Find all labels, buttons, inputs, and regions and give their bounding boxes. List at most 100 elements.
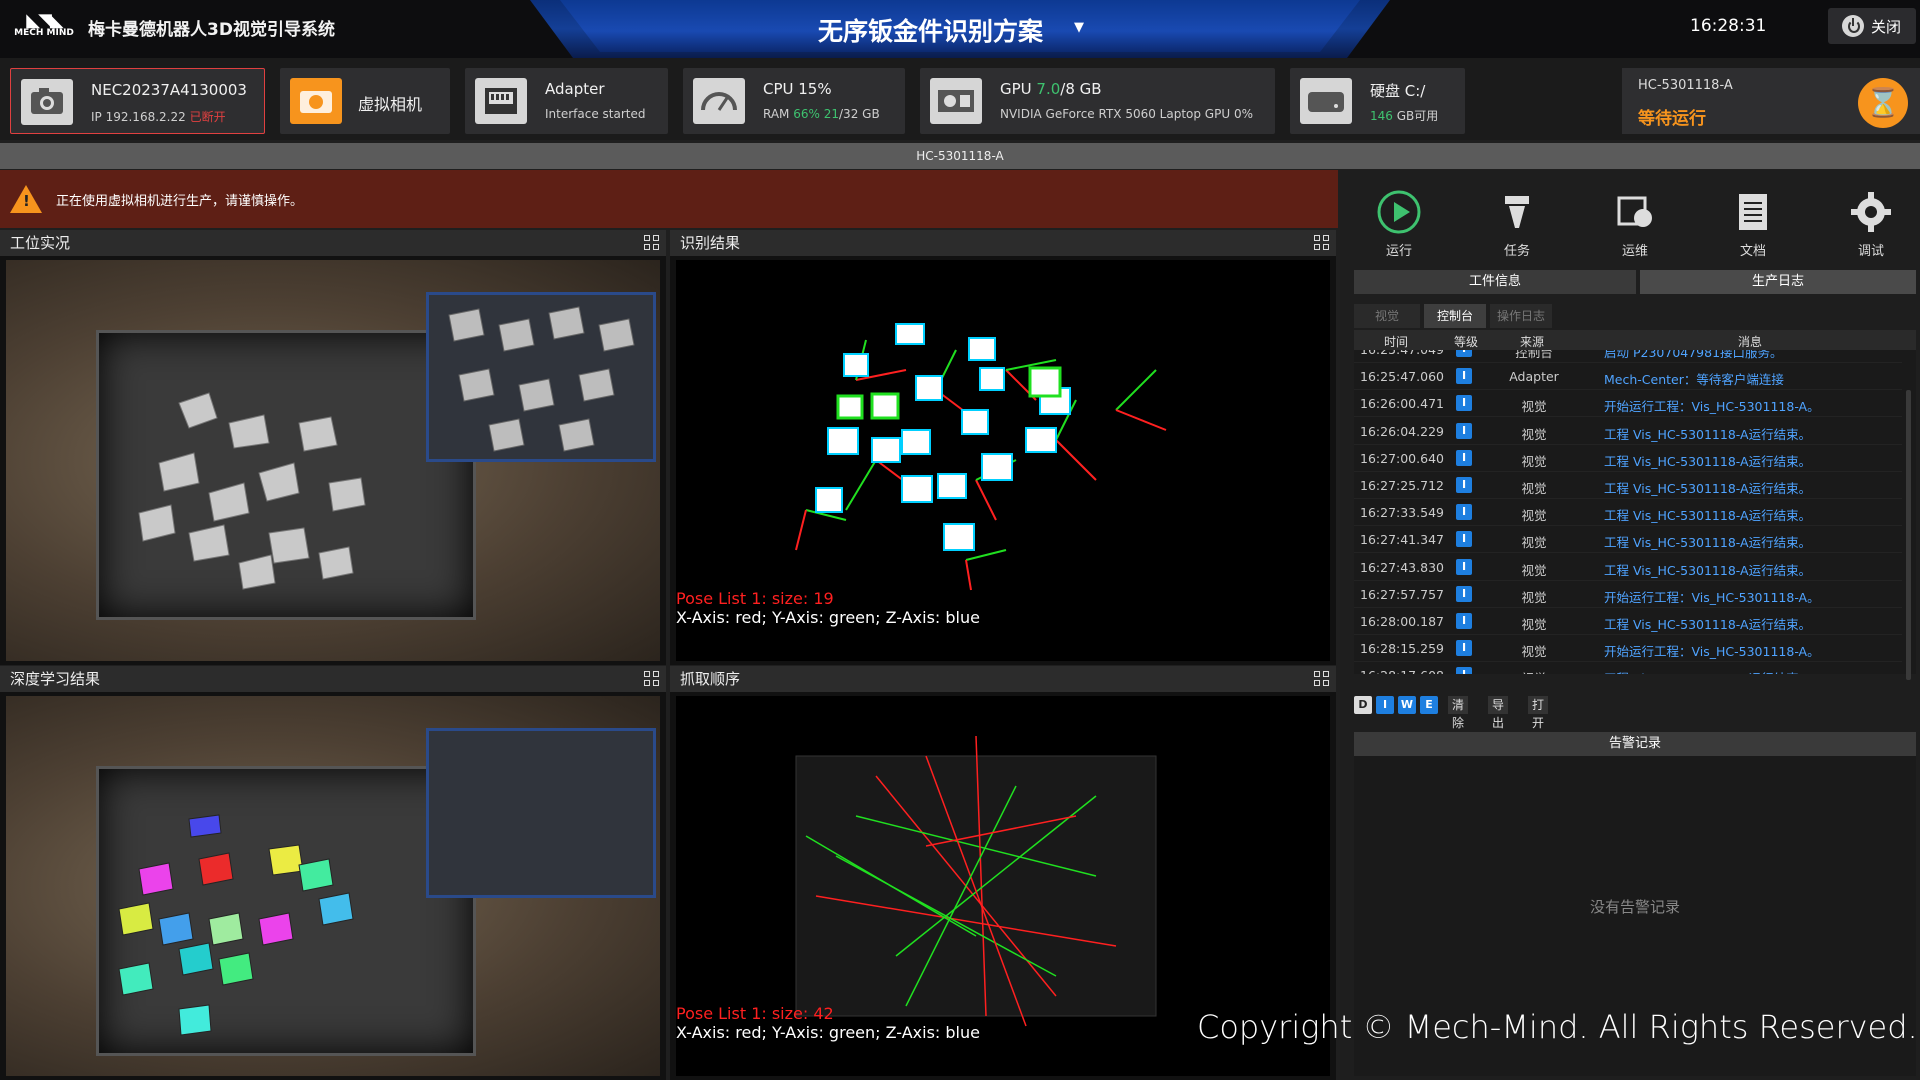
disk-icon xyxy=(1300,78,1352,124)
parts-pile xyxy=(138,392,366,590)
log-level-info-icon: I xyxy=(1456,368,1472,385)
adapter-card[interactable]: Adapter Interface started xyxy=(465,68,668,134)
filter-warn-button[interactable]: W xyxy=(1398,696,1416,714)
warning-icon: ! xyxy=(10,185,42,213)
cpu-label: CPU 15% xyxy=(763,80,832,98)
log-time: 16:26:00.471 xyxy=(1360,396,1444,412)
debug-button[interactable]: 调试 xyxy=(1826,180,1916,270)
filter-debug-button[interactable]: D xyxy=(1354,696,1372,714)
gpu-model: NVIDIA GeForce RTX 5060 Laptop GPU 0% xyxy=(1000,107,1253,121)
log-source: 视觉 xyxy=(1521,644,1547,660)
subtab-oplog[interactable]: 操作日志 xyxy=(1490,304,1552,328)
project-status-card[interactable]: HC-5301118-A 等待运行 ⌛ xyxy=(1622,68,1920,134)
grid-icon[interactable] xyxy=(1314,235,1330,251)
tab-workpiece-info[interactable]: 工件信息 xyxy=(1354,270,1636,294)
solution-title[interactable]: 无序钣金件识别方案 xyxy=(818,12,1043,48)
filter-error-button[interactable]: E xyxy=(1420,696,1438,714)
log-header: 时间 等级 来源 消息 xyxy=(1354,330,1916,350)
log-row: 16:27:00.640 I 视觉 工程 Vis_HC-5301118-A运行结束。 xyxy=(1354,445,1902,472)
hourglass-icon: ⌛ xyxy=(1858,78,1908,128)
ram-line: RAM 66% 21/32 GB xyxy=(763,107,880,121)
camera-card[interactable]: NEC20237A4130003 IP 192.168.2.22 已断开 xyxy=(10,68,265,134)
app-title: 梅卡曼德机器人3D视觉引导系统 xyxy=(88,20,335,40)
docs-button[interactable]: 文档 xyxy=(1708,180,1798,270)
run-label: 运行 xyxy=(1385,244,1412,259)
segmentation-masks xyxy=(118,814,354,1036)
logo-text: MECH MIND xyxy=(14,28,74,38)
pose-list-size: Pose List 1: size: 42 xyxy=(676,1004,834,1023)
virtual-camera-card[interactable]: 虚拟相机 xyxy=(280,68,450,134)
col-source: 来源 xyxy=(1520,335,1545,349)
gauge-icon xyxy=(693,78,745,124)
log-time: 16:25:47.060 xyxy=(1360,369,1444,385)
disk-card: 硬盘 C:/ 146 GB可用 xyxy=(1290,68,1465,134)
title-bar: ◣◥◣ MECH MIND 梅卡曼德机器人3D视觉引导系统 无序钣金件识别方案 … xyxy=(0,0,1920,58)
pick-order-pose-text: Pose List 1: size: 42 X-Axis: red; Y-Axi… xyxy=(676,1004,980,1042)
grid-icon[interactable] xyxy=(644,671,660,687)
log-source: 视觉 xyxy=(1521,426,1547,442)
clear-log-button[interactable]: 清除 xyxy=(1448,696,1469,730)
gpu-total: /8 GB xyxy=(1060,80,1102,98)
parts-bin xyxy=(426,292,656,462)
subtab-console[interactable]: 控制台 xyxy=(1424,304,1486,328)
alarm-header: 告警记录 xyxy=(1354,732,1916,756)
task-icon xyxy=(1495,190,1539,234)
log-source: 视觉 xyxy=(1494,668,1574,674)
project-state: 等待运行 xyxy=(1638,109,1706,129)
log-row: 16:26:04.229 I 视觉 工程 Vis_HC-5301118-A运行结束。 xyxy=(1354,418,1902,445)
filter-info-button[interactable]: I xyxy=(1376,696,1394,714)
adapter-name: Adapter xyxy=(545,80,605,98)
subtab-vision[interactable]: 视觉 xyxy=(1354,304,1420,328)
log-message: Mech-Center：等待客户端连接 xyxy=(1604,372,1784,388)
log-level-info-icon: I xyxy=(1456,667,1472,674)
log-level-info-icon: I xyxy=(1456,395,1472,412)
log-time: 16:28:00.187 xyxy=(1360,614,1444,629)
mech-mind-logo: ◣◥◣ MECH MIND xyxy=(14,10,74,39)
open-log-folder-button[interactable]: 打开日志文件夹 xyxy=(1528,696,1549,820)
task-button[interactable]: 任务 xyxy=(1472,180,1562,270)
ram-total: /32 GB xyxy=(839,107,880,121)
log-row: 16:28:15.259 I 视觉 开始运行工程：Vis_HC-5301118-A。 xyxy=(1354,635,1902,663)
col-message: 消息 xyxy=(1738,335,1763,349)
virtual-camera-label: 虚拟相机 xyxy=(358,95,423,114)
disk-label: 硬盘 C:/ xyxy=(1370,82,1426,100)
parts-bin xyxy=(426,728,656,898)
camera-ip-line: IP 192.168.2.22 已断开 xyxy=(91,108,226,125)
axis-legend: X-Axis: red; Y-Axis: green; Z-Axis: blue xyxy=(676,608,980,627)
log-row: 16:27:33.549 I 视觉 工程 Vis_HC-5301118-A运行结束。 xyxy=(1354,499,1902,527)
right-panel: 运行 任务 运维 文档 调试 工件信息 生产日志 视觉 控制台 操作日志 时间 … xyxy=(1340,170,1920,1080)
document-icon xyxy=(1731,190,1775,234)
camera-icon xyxy=(21,79,73,125)
log-level-info-icon: I xyxy=(1456,613,1472,629)
log-time: 16:26:04.229 xyxy=(1360,423,1444,439)
clock: 16:28:31 xyxy=(1690,16,1767,36)
close-button[interactable]: 关闭 xyxy=(1828,8,1916,44)
log-scrollbar[interactable] xyxy=(1906,390,1911,680)
maintenance-button[interactable]: 运维 xyxy=(1590,180,1680,270)
project-name: HC-5301118-A xyxy=(1638,78,1733,93)
run-button[interactable]: 运行 xyxy=(1354,180,1444,270)
log-row: 16:27:43.830 I 视觉 工程 Vis_HC-5301118-A运行结束。 xyxy=(1354,554,1902,581)
log-message: 工程 Vis_HC-5301118-A运行结束。 xyxy=(1604,617,1812,632)
deep-learning-image xyxy=(6,696,660,1076)
grid-icon[interactable] xyxy=(644,235,660,251)
log-row: 16:25:47.049 I 控制台 启动 P2307047981接口服务。 xyxy=(1354,350,1902,363)
site-live-title: 工位实况 xyxy=(0,230,666,256)
camera-state: 已断开 xyxy=(189,110,226,124)
chevron-down-icon[interactable]: ▼ xyxy=(1074,20,1084,35)
log-source: 视觉 xyxy=(1521,535,1547,551)
disk-free-value: 146 xyxy=(1370,109,1393,123)
log-message: 工程 Vis_HC-5301118-A运行结束。 xyxy=(1604,426,1812,442)
log-source: 视觉 xyxy=(1521,453,1547,469)
log-source: 视觉 xyxy=(1521,508,1547,524)
recognition-panel: 识别结果 Pose List 1: size: 19 X-Axis: red; … xyxy=(670,230,1336,665)
log-time: 16:27:41.347 xyxy=(1360,532,1444,548)
log-source: 视觉 xyxy=(1521,589,1547,605)
tab-production-log[interactable]: 生产日志 xyxy=(1640,270,1916,294)
export-log-button[interactable]: 导出 xyxy=(1488,696,1509,730)
grid-icon[interactable] xyxy=(1314,671,1330,687)
recognition-pose-text: Pose List 1: size: 19 X-Axis: red; Y-Axi… xyxy=(676,589,980,627)
status-bar: NEC20237A4130003 IP 192.168.2.22 已断开 虚拟相… xyxy=(0,58,1920,140)
virtual-camera-icon xyxy=(290,78,342,124)
log-message: 工程 Vis_HC-5301118-A运行结束。 xyxy=(1604,535,1812,551)
